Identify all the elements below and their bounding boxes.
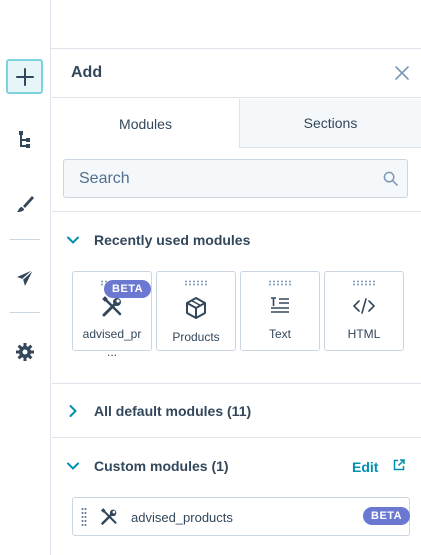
drag-handle-icon <box>241 280 319 286</box>
custom-modules-toggle[interactable]: Custom modules (1) <box>66 456 229 476</box>
beta-badge: BETA <box>363 507 411 525</box>
recent-modules-toggle[interactable]: Recently used modules <box>66 230 250 250</box>
cube-icon <box>186 297 206 319</box>
tile-label: HTML <box>347 327 381 341</box>
chevron-down-icon <box>67 462 79 470</box>
tree-icon <box>18 130 30 148</box>
add-panel: Add Modules Sections Recently used modul… <box>52 49 421 555</box>
rail-design-button[interactable] <box>6 186 43 221</box>
chevron-right-icon <box>69 405 77 417</box>
drag-handle-icon[interactable] <box>81 507 87 527</box>
text-align-icon <box>271 297 289 313</box>
rail-settings-button[interactable] <box>6 334 43 369</box>
chevron-down-icon <box>67 236 79 244</box>
section-label: Recently used modules <box>94 232 251 248</box>
tab-modules[interactable]: Modules <box>52 99 240 148</box>
divider <box>52 211 421 212</box>
rail-separator <box>10 239 40 240</box>
drag-handle-icon <box>325 280 403 286</box>
tile-label-overflow: ... <box>107 345 118 359</box>
brush-icon <box>16 195 34 212</box>
beta-badge: BETA <box>104 280 152 298</box>
search-input[interactable] <box>64 160 364 197</box>
tab-bar: Modules Sections <box>52 99 421 148</box>
rail-publish-button[interactable] <box>6 260 43 295</box>
code-icon <box>353 298 375 314</box>
module-tile[interactable]: Text <box>240 271 320 351</box>
module-tile[interactable]: Products <box>156 271 236 351</box>
all-default-modules-toggle[interactable]: All default modules (11) <box>66 401 251 421</box>
send-icon <box>16 269 33 286</box>
search-box <box>63 159 408 198</box>
search-icon[interactable] <box>383 171 398 186</box>
rail-tree-button[interactable] <box>6 122 43 157</box>
tile-label: Products <box>172 330 220 344</box>
external-link-icon[interactable] <box>393 459 405 471</box>
section-label: All default modules (11) <box>94 403 252 419</box>
left-rail <box>0 0 51 555</box>
drag-handle-icon <box>157 280 235 286</box>
panel-header: Add <box>52 49 421 98</box>
custom-module-item[interactable]: advised_products BETA <box>72 497 411 536</box>
gear-icon <box>15 342 34 361</box>
edit-custom-modules-link[interactable]: Edit <box>352 459 378 475</box>
wrench-screwdriver-icon <box>100 508 117 525</box>
rail-add-button[interactable] <box>6 59 43 94</box>
divider <box>52 437 421 438</box>
tile-label: Text <box>268 327 291 341</box>
panel-title: Add <box>71 64 103 81</box>
plus-icon <box>15 67 34 86</box>
module-tile[interactable]: HTML <box>324 271 404 351</box>
tab-sections[interactable]: Sections <box>240 99 421 148</box>
close-icon[interactable] <box>395 66 409 80</box>
tile-label: advised_pr <box>82 327 142 341</box>
wrench-screwdriver-icon <box>102 296 122 317</box>
divider <box>52 383 421 384</box>
custom-module-label: advised_products <box>131 510 233 525</box>
editor-root: Add Modules Sections Recently used modul… <box>0 0 421 555</box>
module-tile[interactable]: advised_pr BETA <box>72 271 152 351</box>
rail-separator <box>10 312 40 313</box>
section-label: Custom modules (1) <box>94 458 229 474</box>
